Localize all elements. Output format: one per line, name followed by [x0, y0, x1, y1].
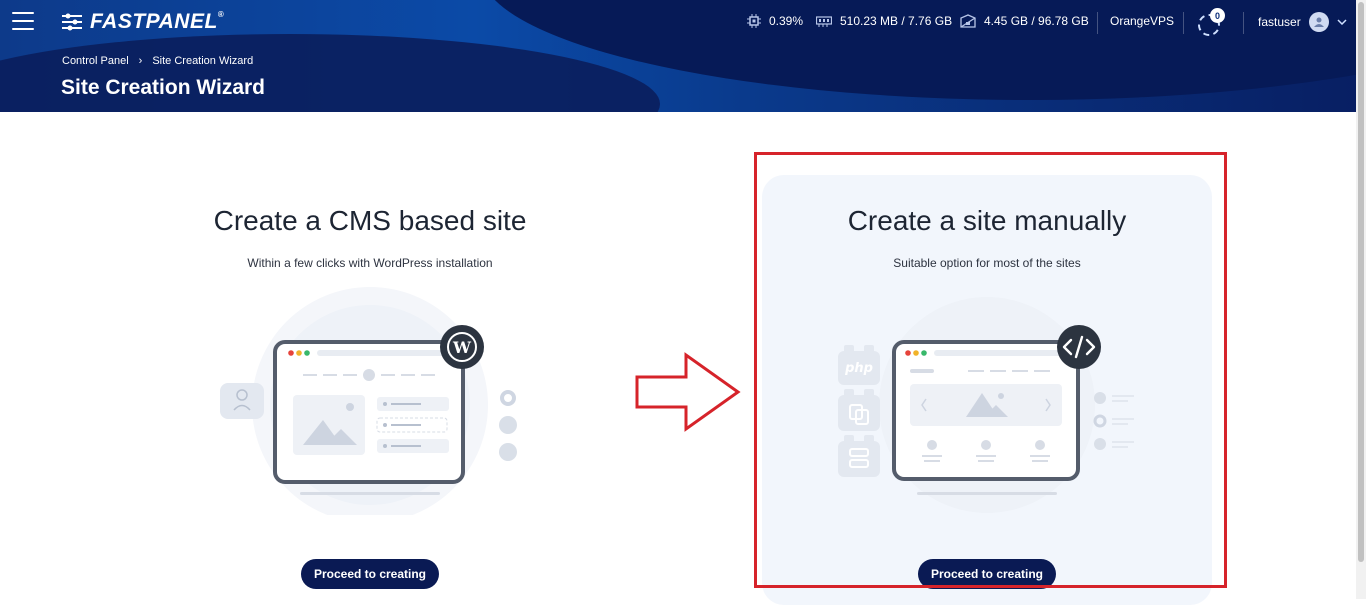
logo-text: FASTPANEL® [90, 10, 225, 33]
arrow-right-icon [635, 352, 741, 432]
disk-stat[interactable]: 4.45 GB / 96.78 GB [960, 14, 1089, 28]
cms-site-card: Create a CMS based site Within a few cli… [145, 175, 595, 605]
card-title: Create a CMS based site [213, 205, 527, 236]
divider [1183, 12, 1184, 34]
user-menu[interactable]: fastuser [1258, 12, 1347, 32]
proceed-cms-button[interactable]: Proceed to creating [300, 559, 440, 589]
memory-icon [816, 16, 832, 27]
scrollbar-thumb[interactable] [1358, 2, 1364, 562]
chevron-down-icon [1337, 17, 1347, 28]
svg-text:W: W [452, 338, 472, 357]
memory-stat[interactable]: 510.23 MB / 7.76 GB [816, 14, 952, 28]
fastpanel-logo-icon [62, 13, 82, 31]
breadcrumb: Control Panel › Site Creation Wizard [62, 55, 253, 67]
breadcrumb-root[interactable]: Control Panel [62, 55, 129, 67]
top-bar: FASTPANEL® 0.39% 510.23 MB / 7.76 GB 4.4… [0, 0, 1356, 45]
highlight-box [754, 152, 1227, 588]
disk-value: 4.45 GB / 96.78 GB [984, 14, 1089, 28]
breadcrumb-current: Site Creation Wizard [152, 55, 254, 67]
tasks-button[interactable]: 0 [1198, 8, 1225, 36]
scrollbar[interactable] [1356, 0, 1366, 599]
card-subtitle: Within a few clicks with WordPress insta… [247, 256, 493, 270]
memory-value: 510.23 MB / 7.76 GB [840, 14, 953, 28]
provider-label[interactable]: OrangeVPS [1110, 14, 1174, 28]
page-title: Site Creation Wizard [61, 76, 266, 99]
logo[interactable]: FASTPANEL® [60, 10, 224, 34]
cpu-stat[interactable]: 0.39% [747, 14, 803, 28]
disk-icon [960, 14, 976, 28]
divider [1243, 12, 1244, 34]
breadcrumb-separator: › [138, 55, 143, 67]
username: fastuser [1258, 15, 1301, 29]
tasks-count-badge: 0 [1210, 8, 1225, 23]
cms-illustration: W [220, 287, 517, 515]
wordpress-icon: W [440, 325, 484, 369]
header-decoration [0, 34, 660, 112]
divider [1097, 12, 1098, 34]
cpu-icon [747, 14, 761, 28]
avatar-icon [1308, 12, 1329, 32]
menu-icon[interactable] [12, 12, 34, 32]
cpu-value: 0.39% [769, 14, 804, 28]
